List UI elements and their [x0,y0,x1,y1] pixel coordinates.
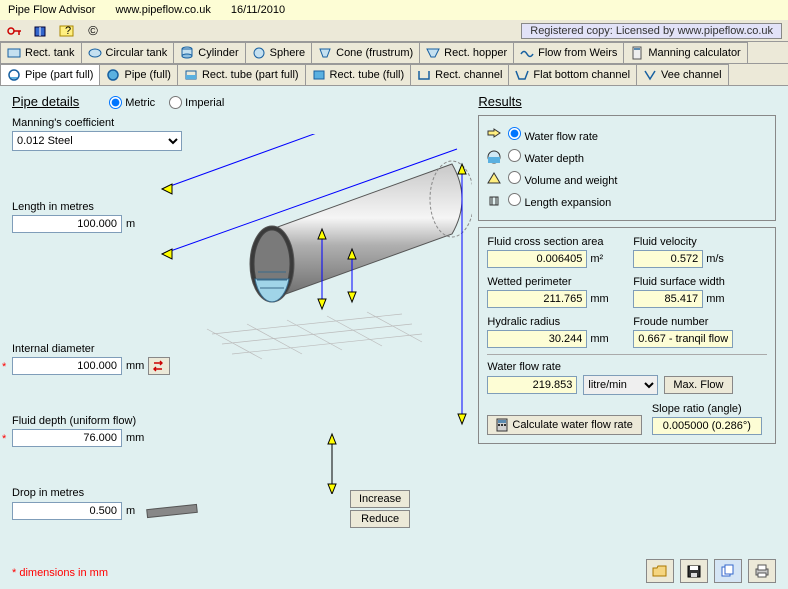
velocity-value [633,250,703,268]
drop-bar-icon [145,501,205,521]
tab-cylinder[interactable]: Cylinder [173,42,245,63]
calculate-button[interactable]: Calculate water flow rate [487,415,641,435]
toolbar: ? © Registered copy: Licensed by www.pip… [0,20,788,42]
depth-input[interactable] [12,429,122,447]
calculator-icon [496,418,508,432]
details-title: Pipe details [12,94,79,109]
depth-icon [487,150,502,165]
froude-label: Froude number [633,316,767,328]
cylinder-icon [180,46,194,60]
reduce-button[interactable]: Reduce [350,510,410,528]
surface-value [633,290,703,308]
hydraulic-label: Hydralic radius [487,316,621,328]
hydraulic-value [487,330,587,348]
flow-icon [487,128,502,143]
results-options-box: Water flow rate Water depth Volume and w… [478,115,776,221]
rchannel-icon [417,68,431,82]
app-date: 16/11/2010 [231,4,285,16]
tab-rchannel[interactable]: Rect. channel [410,64,509,85]
footnote: * dimensions in mm [12,567,108,579]
wetted-label: Wetted perimeter [487,276,621,288]
expansion-icon [487,194,502,209]
cross-area-value [487,250,587,268]
copy-button[interactable] [714,559,742,583]
results-title: Results [478,94,776,109]
pipe-part-icon [7,68,21,82]
tab-cone[interactable]: Cone (frustrum) [311,42,420,63]
tab-flat-channel[interactable]: Flat bottom channel [508,64,637,85]
app-url: www.pipeflow.co.uk [115,4,210,16]
tab-pipe-part[interactable]: Pipe (part full) [0,64,100,85]
diameter-input[interactable] [12,357,122,375]
tab-rtube-full[interactable]: Rect. tube (full) [305,64,412,85]
tab-bar-1: Rect. tankCircular tankCylinderSphereCon… [0,42,788,64]
cone-icon [318,46,332,60]
increase-button[interactable]: Increase [350,490,410,508]
metric-radio[interactable]: Metric [109,96,155,109]
depth-radio[interactable]: Water depth [508,149,584,165]
flow-radio[interactable]: Water flow rate [508,127,598,143]
flowrate-value [487,376,577,394]
pipe-diagram [152,134,472,494]
cross-area-label: Fluid cross section area [487,236,621,248]
app-title: Pipe Flow Advisor [8,4,95,16]
tab-hopper[interactable]: Rect. hopper [419,42,514,63]
slope-value [652,417,762,435]
tab-vee[interactable]: Vee channel [636,64,729,85]
rtube-part-icon [184,68,198,82]
book-icon[interactable] [32,23,50,39]
flowrate-label: Water flow rate [487,361,767,373]
tab-bar-2: Pipe (part full)Pipe (full)Rect. tube (p… [0,64,788,86]
max-flow-button[interactable]: Max. Flow [664,376,732,394]
hopper-icon [426,46,440,60]
imperial-radio[interactable]: Imperial [169,96,224,109]
tab-circ-tank[interactable]: Circular tank [81,42,175,63]
tab-rtube-part[interactable]: Rect. tube (part full) [177,64,306,85]
manning-label: Manning's coefficient [12,117,468,129]
tab-sphere[interactable]: Sphere [245,42,312,63]
flowrate-unit-select[interactable]: litre/min [583,375,658,395]
length-input[interactable] [12,215,122,233]
tab-rect-tank[interactable]: Rect. tank [0,42,82,63]
slope-label: Slope ratio (angle) [652,403,767,415]
license-label: Registered copy: Licensed by www.pipeflo… [521,23,782,39]
help-icon[interactable]: ? [58,23,76,39]
drop-input[interactable] [12,502,122,520]
weir-icon [520,46,534,60]
results-values-box: Fluid cross section aream² Fluid velocit… [478,227,776,444]
svg-text:?: ? [65,25,71,37]
length-unit: m [126,218,135,230]
asterisk-icon: * [2,361,6,373]
flat-channel-icon [515,68,529,82]
velocity-label: Fluid velocity [633,236,767,248]
circ-tank-icon [88,46,102,60]
rtube-full-icon [312,68,326,82]
key-icon[interactable] [6,23,24,39]
froude-value [633,330,733,348]
asterisk-icon: * [2,433,6,445]
wetted-value [487,290,587,308]
drop-unit: m [126,505,135,517]
surface-label: Fluid surface width [633,276,767,288]
print-button[interactable] [748,559,776,583]
manning-icon [630,46,644,60]
vee-icon [643,68,657,82]
open-button[interactable] [646,559,674,583]
save-button[interactable] [680,559,708,583]
volume-radio[interactable]: Volume and weight [508,171,617,187]
sphere-icon [252,46,266,60]
tab-weir[interactable]: Flow from Weirs [513,42,624,63]
tab-manning[interactable]: Manning calculator [623,42,747,63]
rect-tank-icon [7,46,21,60]
tab-pipe-full[interactable]: Pipe (full) [99,64,177,85]
pipe-full-icon [106,68,120,82]
title-bar: Pipe Flow Advisor www.pipeflow.co.uk 16/… [0,0,788,20]
volume-icon [487,172,502,187]
diameter-unit: mm [126,360,144,372]
copyright-icon[interactable]: © [84,23,102,39]
depth-unit: mm [126,432,144,444]
expansion-radio[interactable]: Length expansion [508,193,611,209]
